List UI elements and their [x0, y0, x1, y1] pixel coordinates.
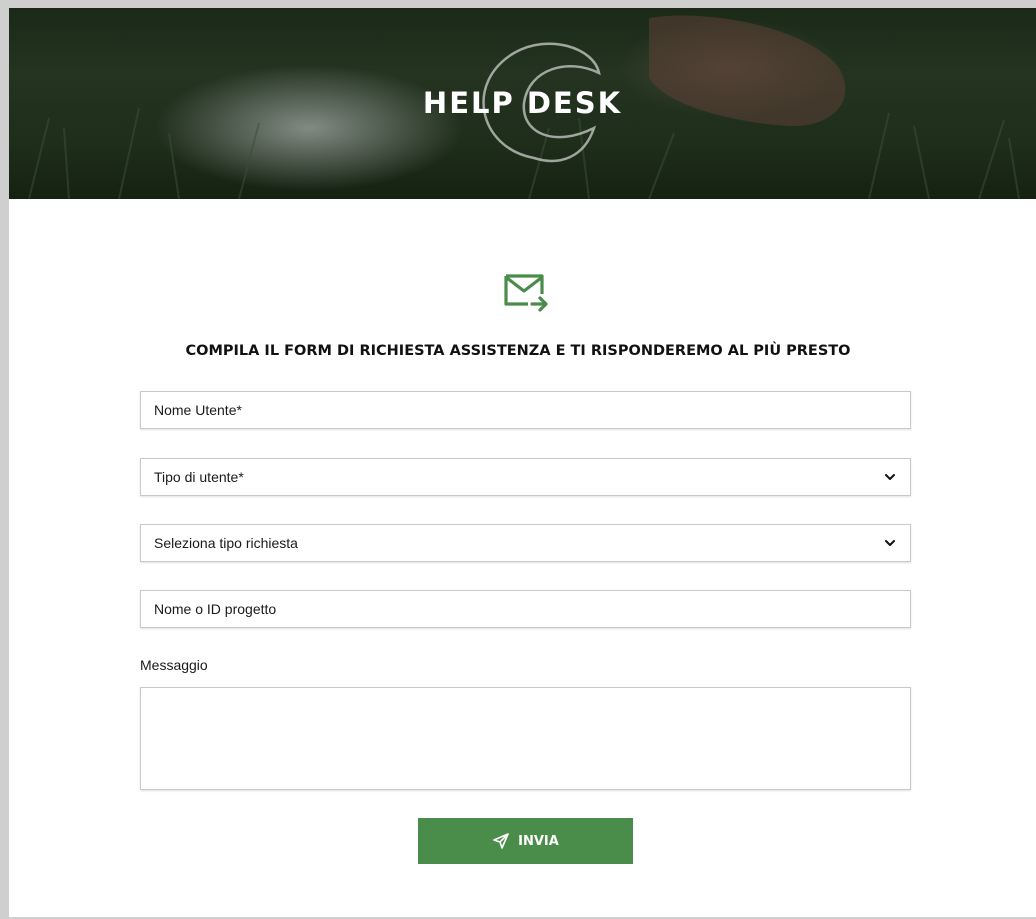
chevron-down-icon [885, 474, 895, 480]
request-type-value: Seleziona tipo richiesta [154, 535, 298, 551]
user-type-select[interactable]: Tipo di utente* [140, 458, 911, 496]
help-desk-banner: HELP DESK [9, 8, 1036, 199]
username-input[interactable] [140, 391, 911, 429]
page-title: HELP DESK [422, 86, 623, 120]
form-heading: COMPILA IL FORM DI RICHIESTA ASSISTENZA … [185, 343, 851, 359]
user-type-value: Tipo di utente* [154, 469, 244, 485]
mail-send-icon [504, 274, 548, 312]
chevron-down-icon [885, 540, 895, 546]
project-input[interactable] [140, 590, 911, 628]
paper-plane-icon [493, 833, 509, 849]
submit-label: INVIA [518, 833, 559, 849]
submit-button[interactable]: INVIA [418, 818, 633, 864]
message-label: Messaggio [140, 657, 208, 673]
message-textarea[interactable] [140, 687, 911, 790]
request-type-select[interactable]: Seleziona tipo richiesta [140, 524, 911, 562]
